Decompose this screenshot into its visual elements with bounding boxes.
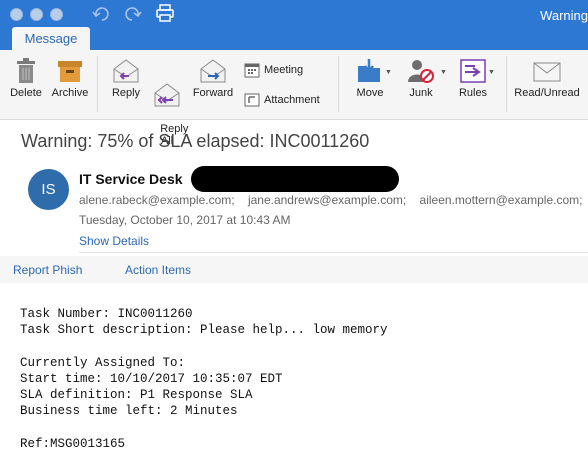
calendar-icon [244,63,260,78]
trash-icon [17,58,35,83]
rules-icon [460,59,486,83]
move-folder-icon [358,59,380,82]
message-date: Tuesday, October 10, 2017 at 10:43 AM [79,213,291,227]
body-line: Ref:MSG0013165 [20,436,126,451]
move-label: Move [356,87,384,99]
recipient[interactable]: alene.rabeck@example.com; [79,193,235,207]
move-button[interactable]: Move [352,58,388,99]
message-subject: Warning: 75% of SLA elapsed: INC0011260 [21,131,370,151]
header-divider [79,252,588,253]
archive-label: Archive [51,87,89,99]
message-body: Task Number: INC0011260 Task Short descri… [20,290,388,463]
show-details-link[interactable]: Show Details [79,234,149,248]
forward-label: Forward [192,87,234,99]
attachment-label: Attachment [264,93,320,106]
rules-dropdown-icon[interactable]: ▼ [488,69,495,76]
ribbon-divider [506,56,507,112]
junk-icon [408,60,434,83]
reply-button[interactable]: Reply [108,58,144,99]
attachment-icon [244,93,260,107]
addin-bar [0,256,588,283]
print-icon[interactable] [155,4,175,27]
junk-dropdown-icon[interactable]: ▼ [440,69,447,76]
read-unread-button[interactable]: Read/Unread [512,58,582,99]
body-line: Currently Assigned To: [20,355,186,370]
body-line: SLA definition: P1 Response SLA [20,388,253,403]
envelope-icon [533,62,561,82]
ribbon-divider [97,56,98,112]
attachment-button[interactable]: Attachment [244,92,320,108]
sender-name[interactable]: IT Service Desk [79,171,183,187]
junk-button[interactable]: Junk [404,58,438,99]
body-line: Task Number: INC0011260 [20,307,193,322]
avatar: IS [28,169,69,210]
body-line: Business time left: 2 Minutes [20,404,238,419]
archive-box-icon [58,61,82,82]
recipient-list: alene.rabeck@example.com; jane.andrews@e… [79,193,588,207]
tab-message[interactable]: Message [12,27,90,50]
body-line [20,420,388,436]
delete-button[interactable]: Delete [8,58,44,99]
move-dropdown-icon[interactable]: ▼ [385,69,392,76]
minimize-window-button[interactable] [30,8,43,21]
body-line: Start time: 10/10/2017 10:35:07 EDT [20,372,283,387]
rules-label: Rules [458,87,488,99]
zoom-window-button[interactable] [50,8,63,21]
body-line: Task Short description: Please help... l… [20,323,388,338]
redo-icon[interactable] [124,6,142,27]
close-window-button[interactable] [10,8,23,21]
forward-icon [200,59,226,83]
reply-icon [113,59,139,83]
forward-button[interactable]: Forward [190,58,236,99]
delete-label: Delete [10,87,42,99]
body-line [20,339,388,355]
title-bar: Warning Message [0,0,588,50]
ribbon-toolbar: Delete Archive Reply Reply All Forward M… [0,50,588,147]
report-phish-button[interactable]: Report Phish [13,263,82,277]
rules-button[interactable]: Rules [455,58,491,99]
archive-button[interactable]: Archive [50,58,90,99]
junk-label: Junk [409,87,433,99]
ribbon-divider [338,56,339,112]
reply-all-icon [154,83,180,107]
read-unread-label: Read/Unread [514,87,580,99]
undo-icon[interactable] [92,6,110,27]
window-title: Warning [540,8,588,23]
redacted-sender-address [191,166,399,192]
action-items-button[interactable]: Action Items [125,263,191,277]
meeting-label: Meeting [264,63,304,76]
recipient[interactable]: jane.andrews@example.com; [248,193,406,207]
recipient[interactable]: aileen.mottern@example.com; [420,193,583,207]
meeting-button[interactable]: Meeting [244,62,303,78]
reply-label: Reply [111,87,141,99]
